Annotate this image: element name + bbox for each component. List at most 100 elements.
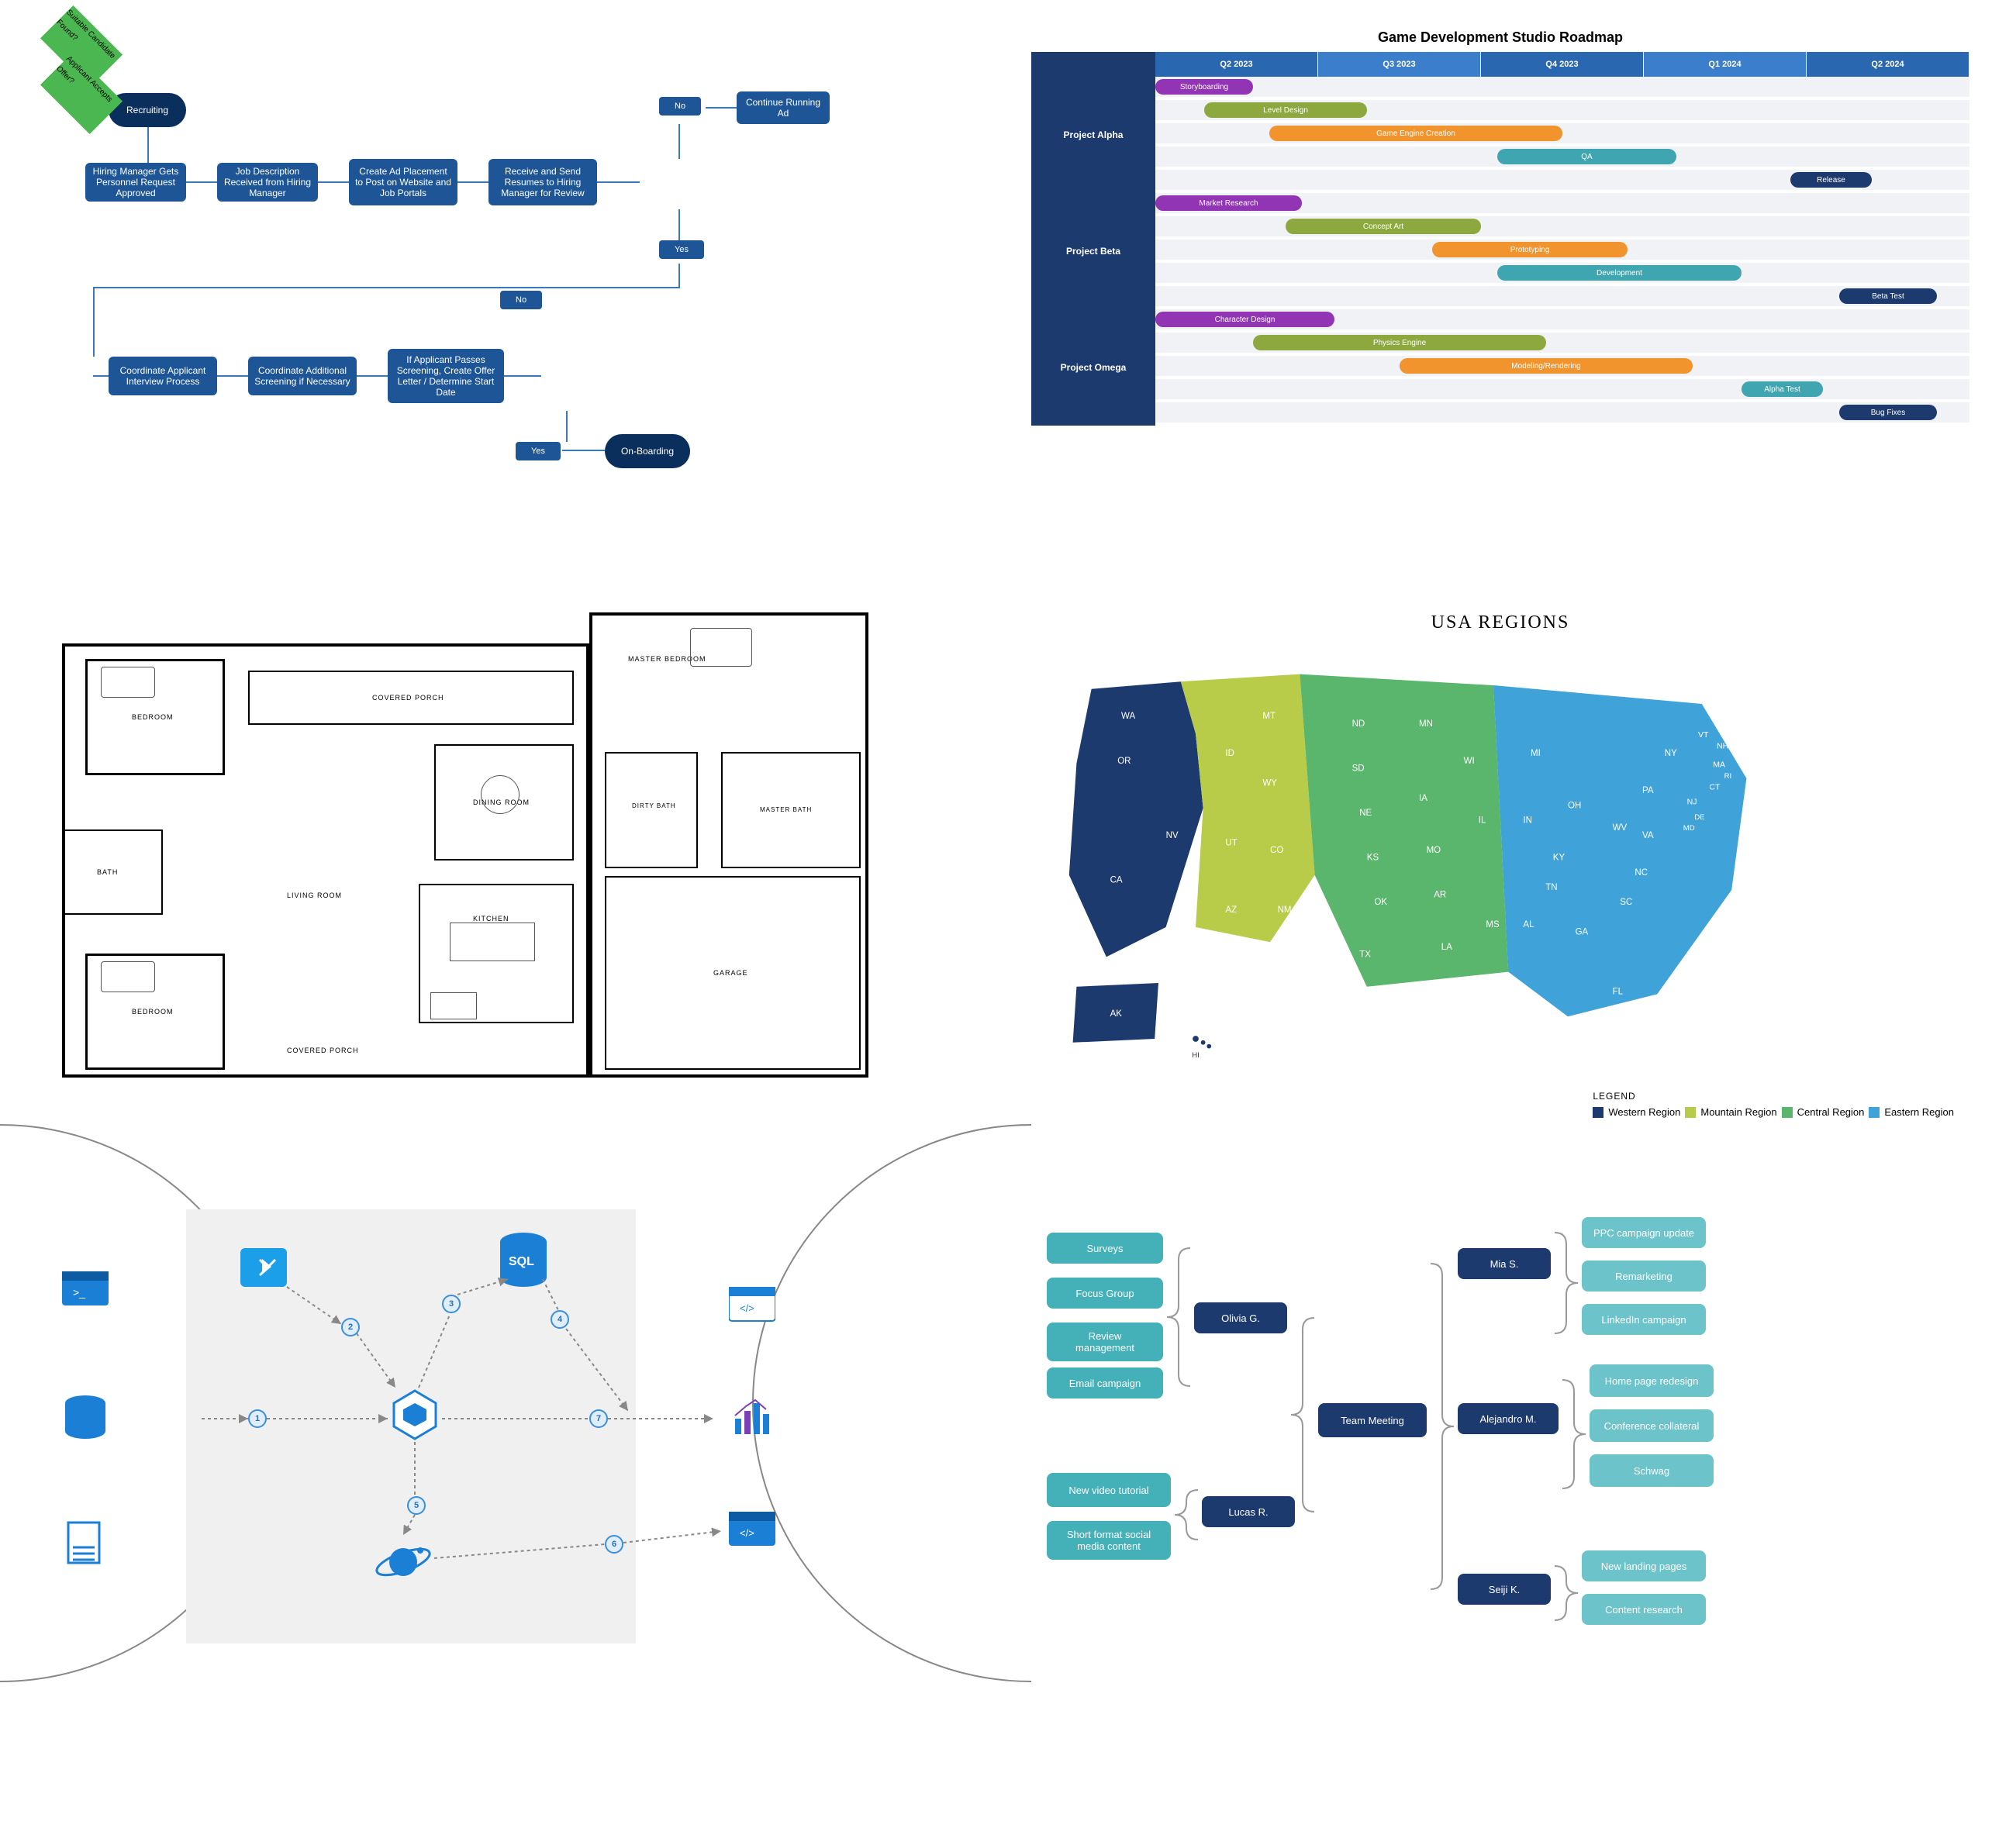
svg-text:OK: OK — [1374, 898, 1387, 907]
svg-text:MD: MD — [1683, 824, 1695, 833]
gantt-bar: Game Engine Creation — [1269, 126, 1562, 141]
svg-text:MS: MS — [1486, 920, 1500, 929]
gantt-bar: Character Design — [1155, 312, 1334, 327]
flowchart-node: If Applicant Passes Screening, Create Of… — [388, 349, 504, 403]
svg-text:SQL: SQL — [509, 1255, 534, 1268]
svg-text:OH: OH — [1568, 801, 1581, 810]
svg-text:WY: WY — [1262, 779, 1277, 788]
svg-text:AL: AL — [1523, 920, 1534, 929]
map-svg: AK HI WA OR CA NV ID MT WY UT CO AZ NM N… — [1047, 643, 1791, 1062]
sql-database-icon: SQL — [496, 1233, 551, 1295]
svg-text:CT: CT — [1709, 782, 1721, 792]
org-task: New video tutorial — [1047, 1473, 1171, 1507]
svg-text:RI: RI — [1724, 772, 1732, 781]
gantt-row: Storyboarding — [1155, 77, 1969, 97]
svg-text:FL: FL — [1613, 987, 1624, 996]
room-label: BEDROOM — [132, 1008, 174, 1016]
svg-text:TX: TX — [1359, 950, 1371, 959]
flowchart-diagram: Recruiting Hiring Manager Gets Personnel… — [47, 23, 985, 550]
code-icon: </> — [729, 1512, 775, 1558]
document-icon — [62, 1519, 109, 1566]
gantt-row: Beta Test — [1155, 286, 1969, 306]
gantt-column-header: Q1 2024 — [1644, 52, 1807, 77]
gantt-bar: Concept Art — [1286, 219, 1481, 234]
svg-text:MI: MI — [1531, 749, 1541, 758]
svg-text:ND: ND — [1352, 719, 1365, 729]
gantt-row: Market Research — [1155, 193, 1969, 213]
svg-text:NV: NV — [1166, 831, 1179, 840]
gantt-project-label: Project Omega — [1031, 309, 1155, 426]
terminal-icon: >_ — [62, 1271, 109, 1318]
org-person: Alejandro M. — [1458, 1403, 1559, 1434]
svg-text:NY: NY — [1665, 749, 1677, 758]
org-person: Lucas R. — [1202, 1496, 1295, 1527]
gantt-chart: Game Development Studio Roadmap Q2 2023Q… — [1031, 23, 1969, 550]
flowchart-node: Receive and Send Resumes to Hiring Manag… — [488, 159, 597, 205]
svg-text:HI: HI — [1192, 1051, 1200, 1060]
svg-text:KY: KY — [1553, 854, 1566, 863]
svg-text:MA: MA — [1713, 760, 1726, 770]
gantt-row: Concept Art — [1155, 216, 1969, 236]
svg-text:UT: UT — [1225, 838, 1237, 847]
svg-text:MT: MT — [1262, 712, 1276, 721]
node-number: 1 — [248, 1409, 267, 1428]
org-center: Team Meeting — [1318, 1403, 1427, 1437]
flowchart-no: No — [500, 291, 542, 309]
gantt-row: Level Design — [1155, 100, 1969, 120]
flowchart-node: Create Ad Placement to Post on Website a… — [349, 159, 457, 205]
svg-text:SC: SC — [1620, 898, 1632, 907]
gantt-row: Game Engine Creation — [1155, 123, 1969, 143]
gantt-bar: Modeling/Rendering — [1400, 358, 1693, 374]
svg-text:VA: VA — [1642, 831, 1654, 840]
node-number: 5 — [407, 1496, 426, 1515]
node-number: 7 — [589, 1409, 608, 1428]
gantt-bar: Physics Engine — [1253, 335, 1546, 350]
gantt-row: Prototyping — [1155, 240, 1969, 260]
flowchart-node: Coordinate Additional Screening if Neces… — [248, 357, 357, 395]
org-task: Schwag — [1590, 1454, 1714, 1487]
gantt-bar: Release — [1790, 172, 1872, 188]
legend-item: Western Region — [1593, 1106, 1680, 1118]
svg-text:PA: PA — [1642, 786, 1654, 795]
room-label: LIVING ROOM — [287, 892, 342, 899]
org-task: New landing pages — [1582, 1550, 1706, 1581]
room-label: MASTER BATH — [760, 806, 812, 813]
flowchart-no: No — [659, 97, 701, 116]
map-legend: LEGEND Western RegionMountain RegionCent… — [1593, 1091, 1954, 1124]
org-task: Remarketing — [1582, 1261, 1706, 1292]
node-number: 4 — [551, 1310, 569, 1329]
flowchart-yes: Yes — [516, 442, 561, 460]
svg-text:AZ: AZ — [1225, 905, 1237, 915]
org-task: Focus Group — [1047, 1278, 1163, 1309]
svg-text:NJ: NJ — [1687, 798, 1697, 807]
svg-text:CO: CO — [1270, 846, 1283, 855]
flowchart-end: On-Boarding — [605, 434, 690, 468]
room-label: DIRTY BATH — [632, 802, 676, 809]
room-label: GARAGE — [713, 969, 748, 977]
svg-text:WI: WI — [1464, 757, 1475, 766]
gantt-project-label: Project Beta — [1031, 193, 1155, 309]
svg-text:NH: NH — [1717, 742, 1728, 751]
svg-text:DE: DE — [1694, 813, 1704, 822]
org-person: Seiji K. — [1458, 1574, 1551, 1605]
svg-text:IN: IN — [1523, 816, 1532, 826]
gantt-bar: QA — [1497, 149, 1676, 164]
gantt-row: Modeling/Rendering — [1155, 356, 1969, 376]
org-tree-diagram: SurveysFocus GroupReview managementEmail… — [1031, 1186, 1969, 1729]
legend-item: Mountain Region — [1685, 1106, 1776, 1118]
gantt-column-header: Q2 2023 — [1155, 52, 1318, 77]
svg-text:NC: NC — [1635, 868, 1648, 878]
svg-text:NM: NM — [1278, 905, 1292, 915]
gantt-row: Alpha Test — [1155, 379, 1969, 399]
flowchart-yes: Yes — [659, 240, 704, 259]
org-task: Content research — [1582, 1594, 1706, 1625]
database-icon — [62, 1395, 109, 1442]
room-label: BATH — [97, 868, 118, 876]
svg-text:VT: VT — [1698, 730, 1709, 740]
legend-item: Eastern Region — [1869, 1106, 1954, 1118]
gantt-header: Q2 2023Q3 2023Q4 2023Q1 2024Q2 2024 — [1031, 52, 1969, 77]
gantt-bar: Bug Fixes — [1839, 405, 1937, 420]
gantt-column-header: Q2 2024 — [1807, 52, 1969, 77]
flowchart-node: Hiring Manager Gets Personnel Request Ap… — [85, 163, 186, 202]
hexagon-service-icon — [388, 1388, 442, 1442]
